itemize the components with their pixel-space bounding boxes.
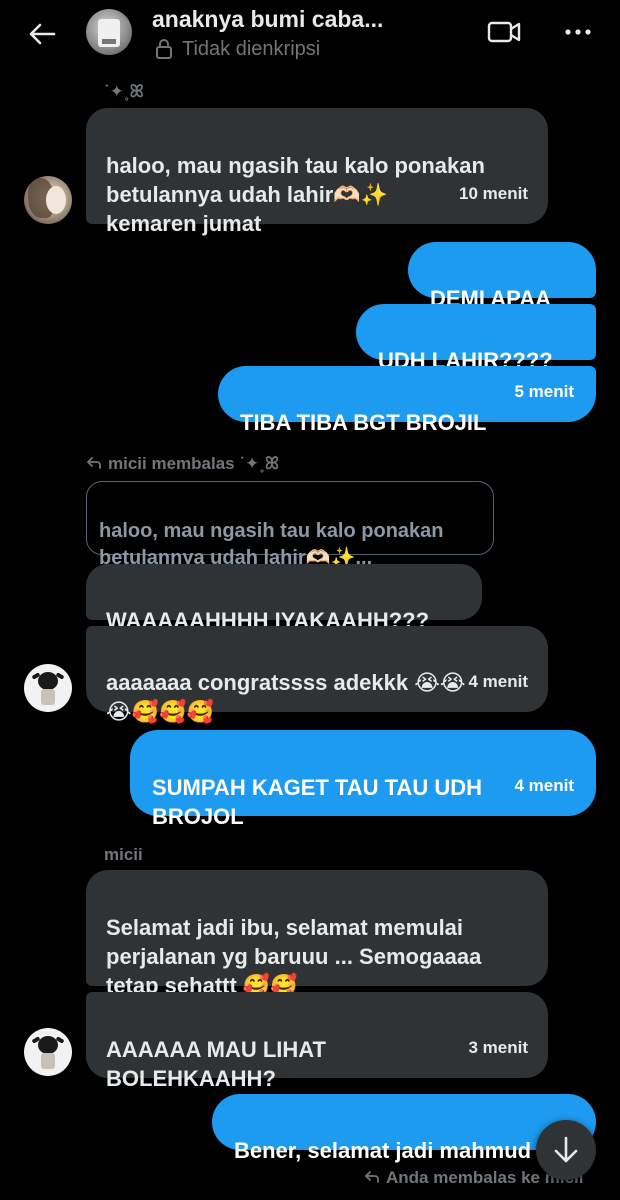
back-arrow-icon [29,23,56,45]
message-bubble[interactable]: aaaaaaa congratssss adekkk 😭😭 😭🥰🥰🥰 4 men… [86,626,548,724]
message-text: Bener, selamat jadi mahmud [234,1138,532,1163]
arrow-down-icon [554,1136,578,1163]
message-text: haloo, mau ngasih tau kalo ponakan betul… [106,153,485,236]
video-call-button[interactable] [486,18,526,50]
conversation-avatar[interactable] [86,9,132,55]
sender-avatar[interactable] [24,664,72,712]
message-text: SUMPAH KAGET TAU TAU UDH BROJOL [152,775,482,829]
message-bubble[interactable]: DEMI APAA [408,242,596,311]
message-text: aaaaaaa congratssss adekkk 😭😭 😭🥰🥰🥰 [106,670,466,724]
message-text: Selamat jadi ibu, selamat memulai perjal… [106,915,482,998]
message-bubble[interactable]: haloo, mau ngasih tau kalo ponakan betul… [86,108,548,236]
message-bubble[interactable]: WAAAAAHHHH IYAKAAHH??? [86,564,482,633]
scroll-to-bottom-button[interactable] [536,1120,596,1180]
message-bubble[interactable]: AAAAAA MAU LIHAT BOLEHKAAHH? 3 menit [86,992,548,1091]
sender-name: ˙✦˳ꕤ [104,82,144,101]
message-time: 10 menit [459,184,528,203]
message-time: 4 menit [514,776,574,795]
message-bubble[interactable]: Selamat jadi ibu, selamat memulai perjal… [86,870,548,998]
back-button[interactable] [22,14,62,54]
reply-label-text: micii membalas ˙✦˳ꕤ [108,454,280,473]
message-bubble[interactable]: UDH LAHIR???? [356,304,596,373]
quoted-message-text: haloo, mau ngasih tau kalo ponakan betul… [99,520,444,569]
sender-avatar[interactable] [24,176,72,224]
conversation-title[interactable]: anaknya bumi caba... [152,6,383,33]
message-time: 5 menit [514,382,574,401]
more-options-button[interactable] [560,18,600,50]
reply-icon [87,457,101,469]
reply-label: micii membalas ˙✦˳ꕤ [86,454,279,474]
encryption-status: Tidak dienkripsi [182,38,321,60]
message-bubble[interactable]: SUMPAH KAGET TAU TAU UDH BROJOL 4 menit [130,730,596,829]
message-time: 3 menit [468,1038,528,1057]
message-time: 4 menit [468,672,528,691]
video-icon [487,21,521,43]
message-text: TIBA TIBA BGT BROJIL [240,410,487,435]
reply-icon [365,1171,379,1183]
sender-avatar[interactable] [24,1028,72,1076]
chat-header: anaknya bumi caba... Tidak dienkripsi [0,0,620,72]
more-icon [565,29,591,35]
lock-icon [156,39,172,59]
message-bubble[interactable]: TIBA TIBA BGT BROJIL 5 menit [218,366,596,435]
sender-name: micii [104,845,143,864]
quoted-message[interactable]: haloo, mau ngasih tau kalo ponakan betul… [86,481,494,569]
message-text: AAAAAA MAU LIHAT BOLEHKAAHH? [106,1037,326,1091]
